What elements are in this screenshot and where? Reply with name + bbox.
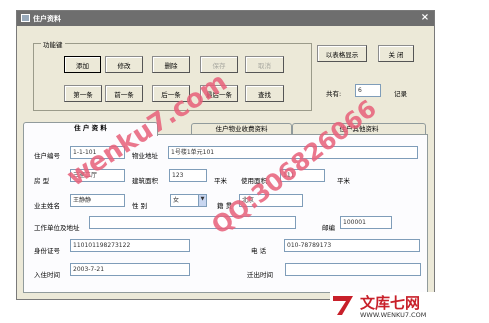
save-button[interactable]: 保存 (200, 56, 238, 73)
records-suffix: 记录 (394, 90, 407, 98)
title-bar: 住户资料 × (17, 11, 434, 26)
house-type-label: 房 型 (34, 177, 50, 185)
delete-button[interactable]: 删除 (152, 56, 190, 73)
gender-select[interactable]: 女 ▼ (170, 194, 207, 207)
move-out-label: 迁出时间 (247, 271, 273, 279)
total-label: 共有: (326, 90, 342, 98)
dialog-window: 住户资料 × 功能键 添加 修改 删除 保存 取消 第一条 前一条 后一条 最后… (16, 10, 435, 300)
id-card-label: 身份证号 (34, 247, 60, 255)
edit-button[interactable]: 修改 (105, 56, 143, 73)
close-icon[interactable]: × (418, 12, 432, 24)
build-area-field[interactable]: 123 (169, 169, 207, 182)
move-out-field[interactable] (285, 263, 421, 276)
add-button[interactable]: 添加 (64, 56, 101, 73)
tab-owner-info[interactable]: 住 户 资 料 (23, 122, 158, 136)
total-records-field[interactable]: 6 (355, 84, 381, 97)
logo-text: 文库七网 (360, 294, 421, 312)
use-area-label: 使用面积 (241, 177, 267, 185)
house-type-field[interactable]: 三室二厅 (70, 169, 125, 182)
prev-record-button[interactable]: 前一条 (105, 85, 143, 102)
window-title: 住户资料 (33, 15, 61, 23)
owner-name-field[interactable]: 王静静 (70, 194, 125, 207)
logo-watermark: 文库七网 WWW.WENKU7.COM (330, 292, 485, 320)
move-in-label: 入住时间 (34, 271, 60, 279)
last-record-button[interactable]: 最后一条 (200, 85, 238, 102)
logo-url: WWW.WENKU7.COM (360, 311, 427, 319)
phone-label: 电 话 (251, 247, 267, 255)
phone-field[interactable]: 010-78789173 (284, 239, 420, 252)
close-button[interactable]: 关 闭 (378, 45, 414, 62)
work-address-label: 工作单位及地址 (34, 224, 80, 232)
native-place-field[interactable]: 北京 (239, 194, 303, 207)
gender-label: 性 别 (132, 202, 148, 210)
find-button[interactable]: 查找 (245, 85, 284, 102)
build-area-unit: 平米 (214, 177, 227, 185)
use-area-unit: 平米 (337, 177, 350, 185)
property-address-field[interactable]: 1号楼1单元101 (168, 146, 418, 159)
first-record-button[interactable]: 第一条 (64, 85, 102, 102)
id-card-field[interactable]: 110101198273122 (70, 239, 190, 252)
use-area-field[interactable]: 111 (280, 169, 325, 182)
owner-name-label: 业主姓名 (34, 202, 60, 210)
property-address-label: 物业地址 (132, 152, 158, 160)
app-icon (21, 14, 30, 22)
cancel-button[interactable]: 取消 (245, 56, 284, 73)
postcode-field[interactable]: 100001 (340, 216, 392, 229)
owner-no-field[interactable]: 1-1-101 (70, 146, 125, 159)
owner-no-label: 住户编号 (34, 152, 60, 160)
chevron-down-icon[interactable]: ▼ (198, 195, 206, 206)
move-in-field[interactable]: 2003-7-21 (70, 263, 190, 276)
native-place-label: 籍 贯 (217, 202, 233, 210)
function-keys-label: 功能键 (41, 39, 65, 49)
build-area-label: 建筑面积 (132, 177, 158, 185)
next-record-button[interactable]: 后一条 (152, 85, 190, 102)
logo-mark-icon (333, 296, 353, 315)
postcode-label: 邮编 (322, 224, 335, 232)
table-view-button[interactable]: 以表格显示 (317, 45, 367, 62)
gender-value: 女 (173, 197, 180, 204)
work-address-field[interactable] (89, 216, 296, 229)
